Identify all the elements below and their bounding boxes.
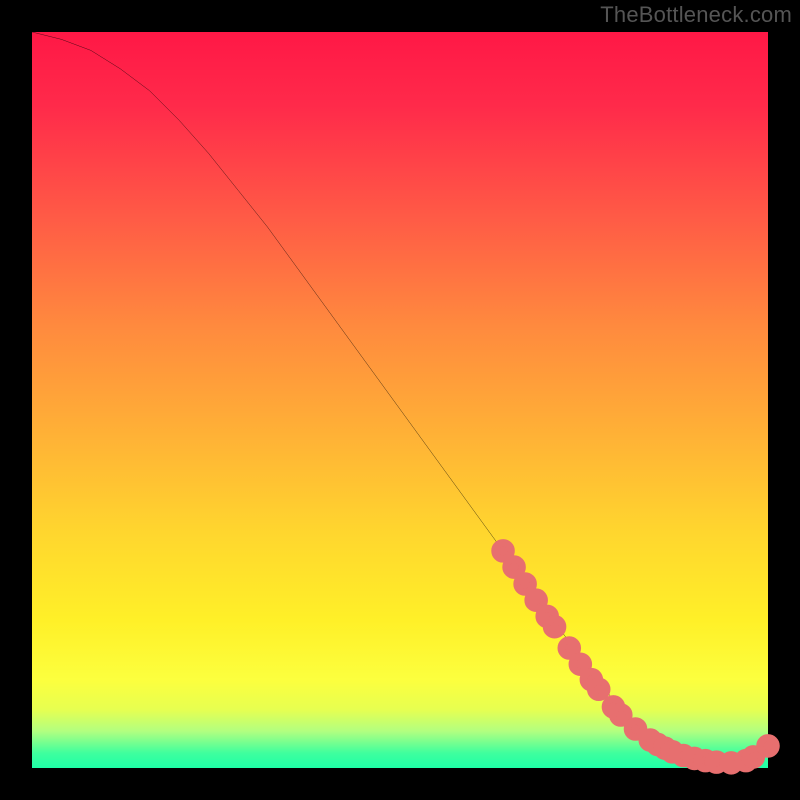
watermark-text: TheBottleneck.com — [600, 2, 792, 28]
bottleneck-curve — [32, 32, 768, 763]
curve-marker — [613, 707, 629, 723]
plot-area — [32, 32, 768, 768]
curve-marker — [546, 619, 562, 635]
chart-svg — [32, 32, 768, 768]
curve-marker — [591, 681, 607, 697]
chart-frame: TheBottleneck.com — [0, 0, 800, 800]
curve-markers — [495, 543, 776, 771]
curve-marker — [760, 738, 776, 754]
curve-marker — [506, 559, 522, 575]
curve-marker — [495, 543, 511, 559]
curve-marker — [517, 576, 533, 592]
curve-marker — [561, 640, 577, 656]
curve-marker — [528, 592, 544, 608]
